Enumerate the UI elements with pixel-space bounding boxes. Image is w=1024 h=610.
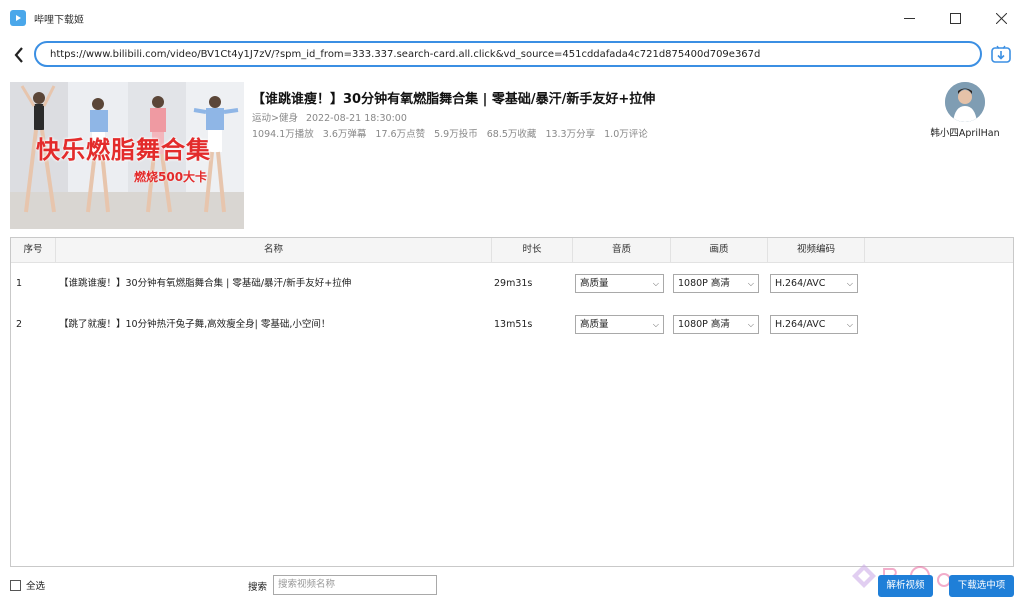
codec-select[interactable]: H.264/AVC ⌵	[770, 274, 858, 293]
avatar-image	[945, 82, 985, 122]
video-category: 运动>健身	[252, 113, 298, 124]
row-name: 【跳了就瘦！】10分钟热汗兔子舞,高效瘦全身| 零基础,小空间！	[59, 319, 331, 330]
chevron-down-icon: ⌵	[846, 279, 853, 288]
select-all-checkbox[interactable]	[10, 579, 21, 591]
row-name: 【谁跳谁瘦！】30分钟有氧燃脂舞合集 | 零基础/暴汗/新手友好+拉伸	[59, 278, 352, 289]
stat-comments: 1.0万评论	[604, 129, 648, 140]
window-controls	[886, 0, 1024, 36]
chevron-down-icon: ⌵	[652, 320, 659, 329]
header-quality[interactable]: 画质	[671, 238, 768, 262]
quality-select[interactable]: 1080P 高清 ⌵	[673, 315, 759, 334]
parse-url-button[interactable]	[990, 43, 1012, 65]
video-publish-date: 2022-08-21 18:30:00	[305, 113, 407, 124]
header-duration[interactable]: 时长	[492, 238, 573, 262]
stat-shares: 13.3万分享	[545, 129, 596, 140]
header-codec[interactable]: 视频编码	[768, 238, 865, 262]
thumbnail-caption: 快乐燃脂舞合集	[36, 136, 211, 164]
header-name[interactable]: 名称	[56, 238, 492, 262]
chevron-down-icon: ⌵	[846, 320, 853, 329]
table-row[interactable]: 1 【谁跳谁瘦！】30分钟有氧燃脂舞合集 | 零基础/暴汗/新手友好+拉伸 29…	[11, 264, 1013, 304]
table-row[interactable]: 2 【跳了就瘦！】10分钟热汗兔子舞,高效瘦全身| 零基础,小空间！ 13m51…	[11, 305, 1013, 345]
stat-coins: 5.9万投币	[434, 129, 478, 140]
video-meta: 运动>健身 2022-08-21 18:30:00	[252, 110, 407, 124]
chevron-down-icon: ⌵	[747, 320, 754, 329]
app-icon	[10, 10, 26, 26]
close-icon	[995, 12, 1007, 24]
maximize-button[interactable]	[932, 0, 978, 36]
audio-select[interactable]: 高质量 ⌵	[575, 315, 664, 334]
window-title: 哔哩下载姬	[34, 14, 84, 26]
chevron-down-icon: ⌵	[652, 279, 659, 288]
select-all-control[interactable]: 全选	[10, 578, 45, 592]
row-duration: 13m51s	[494, 319, 533, 330]
uploader-name[interactable]: 韩小四AprilHan	[925, 125, 1005, 139]
row-index: 1	[16, 278, 23, 289]
stat-views: 1094.1万播放	[252, 129, 314, 140]
video-thumbnail: 快乐燃脂舞合集 燃烧500大卡	[10, 82, 244, 229]
chevron-down-icon: ⌵	[747, 279, 754, 288]
quality-select-value: 1080P 高清	[678, 278, 730, 289]
title-bar: 哔哩下载姬	[0, 0, 1024, 36]
header-index[interactable]: 序号	[11, 238, 56, 262]
table-header: 序号 名称 时长 音质 画质 视频编码	[11, 238, 1013, 263]
thumbnail-subcaption: 燃烧500大卡	[134, 170, 208, 184]
codec-select-value: H.264/AVC	[775, 319, 826, 330]
maximize-icon	[949, 12, 961, 24]
download-arrow-icon	[991, 45, 1011, 63]
select-all-label: 全选	[26, 581, 46, 592]
stat-favorites: 68.5万收藏	[486, 129, 537, 140]
search-input[interactable]: 搜索视频名称	[273, 575, 437, 595]
row-index: 2	[16, 319, 23, 330]
video-list-table: 序号 名称 时长 音质 画质 视频编码 1 【谁跳谁瘦！】30分钟有氧燃脂舞合集…	[10, 237, 1014, 567]
stat-danmaku: 3.6万弹幕	[322, 129, 367, 140]
video-title: 【谁跳谁瘦！】30分钟有氧燃脂舞合集 | 零基础/暴汗/新手友好+拉伸	[252, 92, 656, 107]
quality-select-value: 1080P 高清	[678, 319, 730, 330]
audio-select-value: 高质量	[580, 319, 609, 330]
back-button[interactable]	[10, 44, 28, 66]
download-selected-button[interactable]: 下载选中项	[949, 575, 1014, 597]
audio-select[interactable]: 高质量 ⌵	[575, 274, 664, 293]
minimize-icon	[903, 17, 915, 19]
codec-select-value: H.264/AVC	[775, 278, 826, 289]
minimize-button[interactable]	[886, 0, 932, 36]
url-text: https://www.bilibili.com/video/BV1Ct4y1J…	[50, 48, 761, 60]
stat-likes: 17.6万点赞	[375, 129, 426, 140]
uploader-avatar[interactable]	[945, 82, 985, 122]
video-stats: 1094.1万播放 3.6万弹幕 17.6万点赞 5.9万投币 68.5万收藏 …	[252, 126, 654, 140]
row-duration: 29m31s	[494, 278, 533, 289]
codec-select[interactable]: H.264/AVC ⌵	[770, 315, 858, 334]
audio-select-value: 高质量	[580, 278, 609, 289]
url-input[interactable]: https://www.bilibili.com/video/BV1Ct4y1J…	[34, 41, 982, 67]
header-audio[interactable]: 音质	[573, 238, 671, 262]
close-button[interactable]	[978, 0, 1024, 36]
search-placeholder: 搜索视频名称	[278, 579, 336, 590]
chevron-left-icon	[14, 47, 23, 63]
parse-video-button[interactable]: 解析视频	[878, 575, 933, 597]
quality-select[interactable]: 1080P 高清 ⌵	[673, 274, 759, 293]
search-label: 搜索	[248, 582, 268, 593]
